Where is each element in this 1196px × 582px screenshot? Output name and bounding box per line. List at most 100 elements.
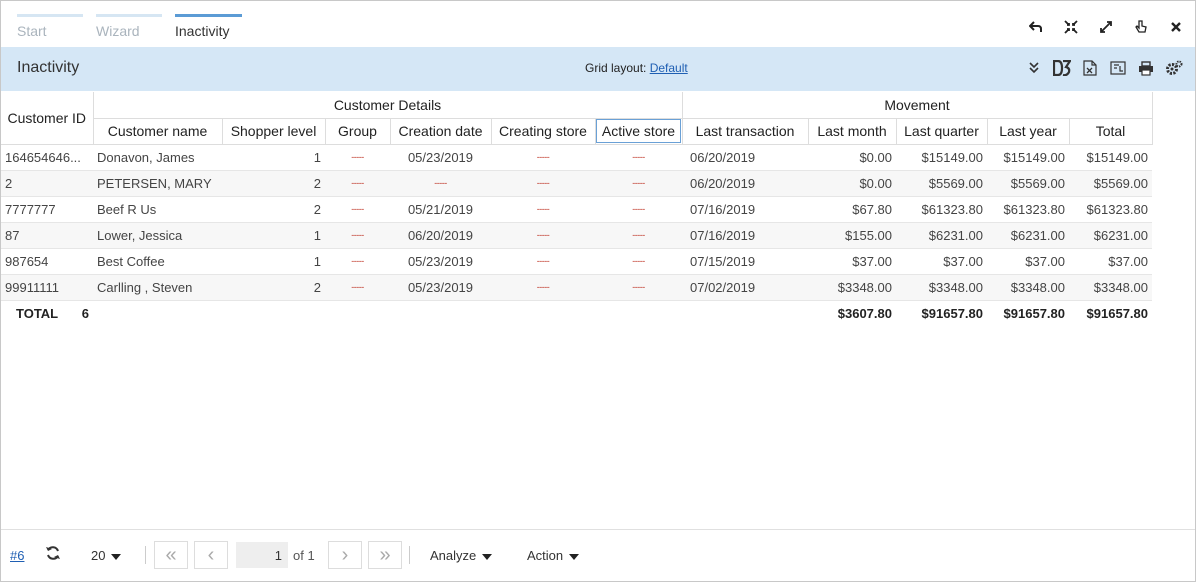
- cell-last-year[interactable]: $5569.00: [987, 170, 1069, 197]
- table-row[interactable]: 164654646... Donavon, James 1 ----- 05/23/20…: [1, 144, 1152, 171]
- tab-start[interactable]: Start: [17, 14, 83, 39]
- cell-last-transaction[interactable]: 06/20/2019: [682, 144, 808, 171]
- cell-last-quarter[interactable]: $15149.00: [896, 144, 987, 171]
- cell-last-transaction[interactable]: 07/02/2019: [682, 274, 808, 301]
- settings-icon[interactable]: [1165, 59, 1183, 77]
- cell-last-month[interactable]: $0.00: [808, 144, 896, 171]
- table-row[interactable]: 87 Lower, Jessica 1 ----- 06/20/2019 ----- ---…: [1, 222, 1152, 249]
- grid-layout-link[interactable]: Default: [650, 61, 688, 75]
- cell-customer-name[interactable]: Lower, Jessica: [93, 222, 222, 249]
- cell-customer-id[interactable]: 99911111: [1, 274, 93, 301]
- col-header-shopper-level[interactable]: Shopper level: [222, 118, 326, 145]
- pointer-icon[interactable]: [1130, 18, 1151, 36]
- cell-creation-date[interactable]: 05/23/2019: [390, 144, 491, 171]
- cell-customer-id[interactable]: 987654: [1, 248, 93, 275]
- col-header-customer-name[interactable]: Customer name: [93, 118, 223, 145]
- col-header-creation-date[interactable]: Creation date: [390, 118, 492, 145]
- table-row[interactable]: 99911111 Carlling , Steven 2 ----- 05/23/201…: [1, 274, 1152, 301]
- cell-shopper-level[interactable]: 2: [222, 196, 325, 223]
- tab-inactivity[interactable]: Inactivity: [175, 14, 242, 39]
- cell-active-store[interactable]: -----: [595, 248, 682, 275]
- cell-last-month[interactable]: $3348.00: [808, 274, 896, 301]
- cell-last-month[interactable]: $37.00: [808, 248, 896, 275]
- excel-export-icon[interactable]: [1081, 59, 1099, 77]
- cell-last-quarter[interactable]: $37.00: [896, 248, 987, 275]
- col-header-last-transaction[interactable]: Last transaction: [682, 118, 809, 145]
- cell-shopper-level[interactable]: 1: [222, 144, 325, 171]
- col-header-creating-store[interactable]: Creating store: [491, 118, 596, 145]
- cell-shopper-level[interactable]: 1: [222, 248, 325, 275]
- cell-creating-store[interactable]: -----: [491, 196, 595, 223]
- cell-customer-name[interactable]: Best Coffee: [93, 248, 222, 275]
- cell-customer-id[interactable]: 164654646...: [1, 144, 93, 171]
- d3-icon[interactable]: [1053, 59, 1071, 77]
- cell-last-month[interactable]: $155.00: [808, 222, 896, 249]
- cell-creation-date[interactable]: 05/23/2019: [390, 274, 491, 301]
- pdf-export-icon[interactable]: [1109, 59, 1127, 77]
- cell-shopper-level[interactable]: 2: [222, 170, 325, 197]
- col-header-active-store[interactable]: Active store: [595, 118, 683, 145]
- cell-last-transaction[interactable]: 07/16/2019: [682, 196, 808, 223]
- cell-last-quarter[interactable]: $61323.80: [896, 196, 987, 223]
- prev-page-button[interactable]: ‹: [194, 541, 228, 569]
- cell-customer-id[interactable]: 87: [1, 222, 93, 249]
- cell-group[interactable]: -----: [325, 196, 390, 223]
- cell-creating-store[interactable]: -----: [491, 144, 595, 171]
- last-page-button[interactable]: »: [368, 541, 402, 569]
- first-page-button[interactable]: «: [154, 541, 188, 569]
- next-page-button[interactable]: ›: [328, 541, 362, 569]
- record-count-link[interactable]: #6: [10, 548, 24, 563]
- expand-icon[interactable]: [1095, 18, 1116, 36]
- cell-customer-id[interactable]: 7777777: [1, 196, 93, 223]
- cell-total[interactable]: $61323.80: [1069, 196, 1152, 223]
- tab-wizard[interactable]: Wizard: [96, 14, 162, 39]
- cell-last-transaction[interactable]: 07/16/2019: [682, 222, 808, 249]
- cell-last-month[interactable]: $0.00: [808, 170, 896, 197]
- cell-total[interactable]: $6231.00: [1069, 222, 1152, 249]
- col-header-total[interactable]: Total: [1069, 118, 1153, 145]
- cell-creation-date[interactable]: 06/20/2019: [390, 222, 491, 249]
- page-number-input[interactable]: [236, 542, 288, 568]
- cell-last-quarter[interactable]: $6231.00: [896, 222, 987, 249]
- cell-last-quarter[interactable]: $5569.00: [896, 170, 987, 197]
- cell-group[interactable]: -----: [325, 222, 390, 249]
- cell-active-store[interactable]: -----: [595, 170, 682, 197]
- cell-active-store[interactable]: -----: [595, 144, 682, 171]
- col-header-last-quarter[interactable]: Last quarter: [896, 118, 988, 145]
- cell-total[interactable]: $15149.00: [1069, 144, 1152, 171]
- cell-last-quarter[interactable]: $3348.00: [896, 274, 987, 301]
- refresh-icon[interactable]: [45, 545, 61, 566]
- cell-creating-store[interactable]: -----: [491, 274, 595, 301]
- cell-creation-date[interactable]: 05/21/2019: [390, 196, 491, 223]
- cell-total[interactable]: $37.00: [1069, 248, 1152, 275]
- cell-last-transaction[interactable]: 07/15/2019: [682, 248, 808, 275]
- close-icon[interactable]: [1165, 18, 1186, 36]
- cell-last-year[interactable]: $37.00: [987, 248, 1069, 275]
- cell-last-year[interactable]: $61323.80: [987, 196, 1069, 223]
- analyze-menu[interactable]: Analyze: [430, 548, 493, 563]
- cell-active-store[interactable]: -----: [595, 196, 682, 223]
- collapse-icon[interactable]: [1025, 59, 1043, 77]
- page-size-select[interactable]: 20: [91, 548, 122, 563]
- cell-customer-name[interactable]: Carlling , Steven: [93, 274, 222, 301]
- cell-last-year[interactable]: $3348.00: [987, 274, 1069, 301]
- cell-group[interactable]: -----: [325, 144, 390, 171]
- cell-group[interactable]: -----: [325, 170, 390, 197]
- table-row[interactable]: 7777777 Beef R Us 2 ----- 05/21/2019 ----- ---…: [1, 196, 1152, 223]
- action-menu[interactable]: Action: [527, 548, 580, 563]
- col-header-customer-id[interactable]: Customer ID: [1, 92, 94, 145]
- cell-active-store[interactable]: -----: [595, 222, 682, 249]
- cell-creating-store[interactable]: -----: [491, 170, 595, 197]
- cell-customer-id[interactable]: 2: [1, 170, 93, 197]
- cell-customer-name[interactable]: Beef R Us: [93, 196, 222, 223]
- cell-total[interactable]: $3348.00: [1069, 274, 1152, 301]
- cell-customer-name[interactable]: PETERSEN, MARY: [93, 170, 222, 197]
- shrink-icon[interactable]: [1060, 18, 1081, 36]
- cell-last-year[interactable]: $6231.00: [987, 222, 1069, 249]
- col-header-last-month[interactable]: Last month: [808, 118, 897, 145]
- undo-icon[interactable]: [1025, 18, 1046, 36]
- cell-group[interactable]: -----: [325, 274, 390, 301]
- cell-total[interactable]: $5569.00: [1069, 170, 1152, 197]
- cell-active-store[interactable]: -----: [595, 274, 682, 301]
- cell-creation-date[interactable]: 05/23/2019: [390, 248, 491, 275]
